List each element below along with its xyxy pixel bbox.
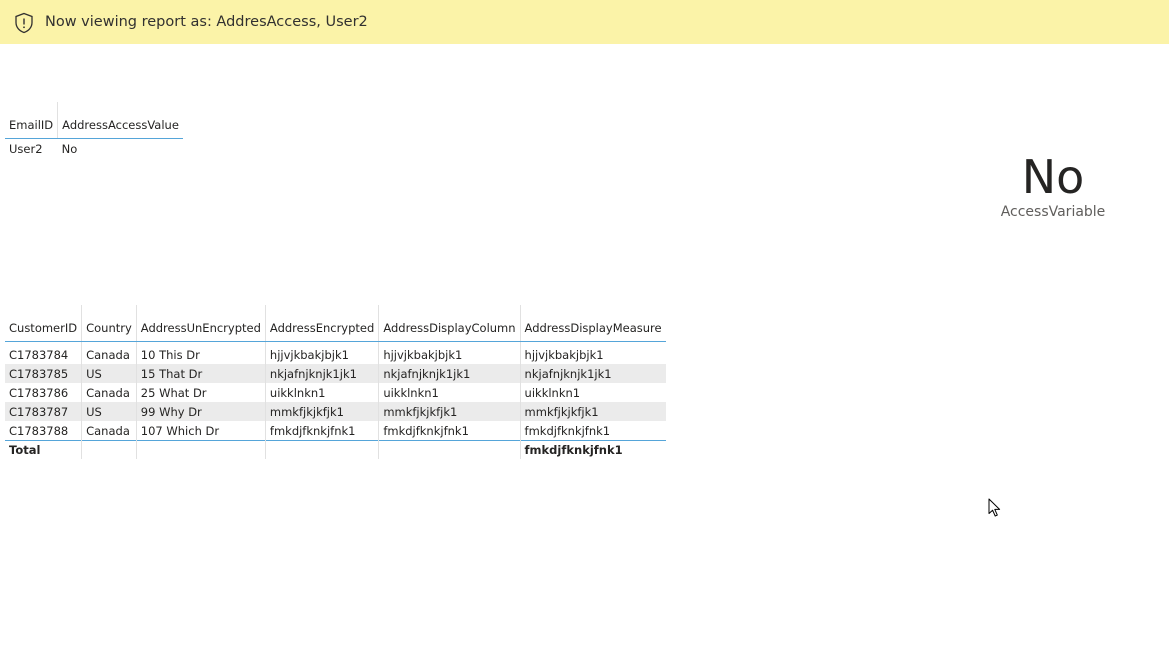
table-cell: nkjafnjknjk1jk1	[519, 364, 666, 383]
table-cell: nkjafnjknjk1jk1	[264, 364, 379, 383]
card-label: AccessVariable	[1000, 204, 1106, 220]
table-cell: Canada	[81, 421, 137, 441]
table-cell: US	[81, 402, 137, 421]
column-header-addressdisplaycolumn[interactable]: AddressDisplayColumn	[378, 305, 521, 342]
access-variable-card[interactable]: No AccessVariable	[990, 146, 1116, 220]
table-cell: Canada	[81, 341, 137, 364]
table-cell: mmkfjkjkfjk1	[378, 402, 521, 421]
table-cell: User2	[9, 141, 43, 156]
table-cell: mmkfjkjkfjk1	[519, 402, 666, 421]
table-cell: US	[81, 364, 137, 383]
table-row: C1783785 US 15 That Dr nkjafnjknjk1jk1 n…	[5, 364, 666, 383]
table-cell: hjjvjkbakjbjk1	[378, 341, 521, 364]
table-cell: fmkdjfknkjfnk1	[378, 421, 521, 441]
column-header-addressdisplaymeasure[interactable]: AddressDisplayMeasure	[519, 305, 666, 342]
table-cell: uikklnkn1	[378, 383, 521, 402]
table-cell: C1783786	[9, 385, 69, 400]
table-cell	[81, 440, 137, 459]
table-cell: C1783787	[5, 402, 82, 421]
table-row: User2 No	[5, 139, 183, 159]
table-cell: mmkfjkjkfjk1	[264, 402, 379, 421]
table-cell: hjjvjkbakjbjk1	[264, 341, 379, 364]
mouse-pointer-icon	[988, 498, 1001, 517]
access-table[interactable]: EmailID AddressAccessValue User2 No	[5, 102, 183, 158]
total-row: Total fmkdjfknkjfnk1	[5, 440, 666, 459]
column-header-addressencrypted[interactable]: AddressEncrypted	[264, 305, 379, 342]
shield-alert-icon	[15, 12, 33, 34]
table-row: C1783787 US 99 Why Dr mmkfjkjkfjk1 mmkfj…	[5, 402, 666, 421]
table-cell: C1783785	[5, 364, 82, 383]
view-as-banner: Now viewing report as: AddresAccess, Use…	[0, 0, 1169, 44]
table-cell: 107 Which Dr	[135, 421, 266, 441]
table-cell	[135, 440, 266, 459]
column-header-country[interactable]: Country	[81, 305, 137, 342]
table-cell: hjjvjkbakjbjk1	[519, 341, 666, 364]
table-cell: 25 What Dr	[135, 383, 266, 402]
column-header-customerid[interactable]: CustomerID	[5, 305, 82, 342]
customer-table[interactable]: CustomerID Country AddressUnEncrypted Ad…	[5, 305, 666, 459]
table-cell: nkjafnjknjk1jk1	[378, 364, 521, 383]
table-cell: fmkdjfknkjfnk1	[264, 421, 379, 441]
table-row: C1783788 Canada 107 Which Dr fmkdjfknkjf…	[5, 421, 666, 441]
table-cell: fmkdjfknkjfnk1	[519, 421, 666, 441]
table-cell: No	[61, 141, 78, 156]
table-cell: C1783788	[9, 423, 69, 438]
table-row: C1783784 Canada 10 This Dr hjjvjkbakjbjk…	[5, 341, 666, 364]
table-cell: 99 Why Dr	[135, 402, 266, 421]
table-cell: C1783784	[9, 347, 69, 362]
table-cell: 15 That Dr	[135, 364, 266, 383]
column-header-emailid[interactable]: EmailID	[5, 102, 58, 139]
table-cell: uikklnkn1	[519, 383, 666, 402]
table-row: C1783786 Canada 25 What Dr uikklnkn1 uik…	[5, 383, 666, 402]
total-value: fmkdjfknkjfnk1	[519, 440, 666, 459]
column-header-addressunencrypted[interactable]: AddressUnEncrypted	[135, 305, 266, 342]
table-cell	[264, 440, 379, 459]
banner-text: Now viewing report as: AddresAccess, Use…	[45, 14, 368, 30]
table-cell: Canada	[81, 383, 137, 402]
table-cell: 10 This Dr	[135, 341, 266, 364]
column-header-addressaccessvalue[interactable]: AddressAccessValue	[57, 102, 183, 139]
total-label: Total	[5, 440, 82, 459]
table-cell: uikklnkn1	[264, 383, 379, 402]
card-value: No	[1021, 150, 1085, 204]
table-cell	[378, 440, 521, 459]
